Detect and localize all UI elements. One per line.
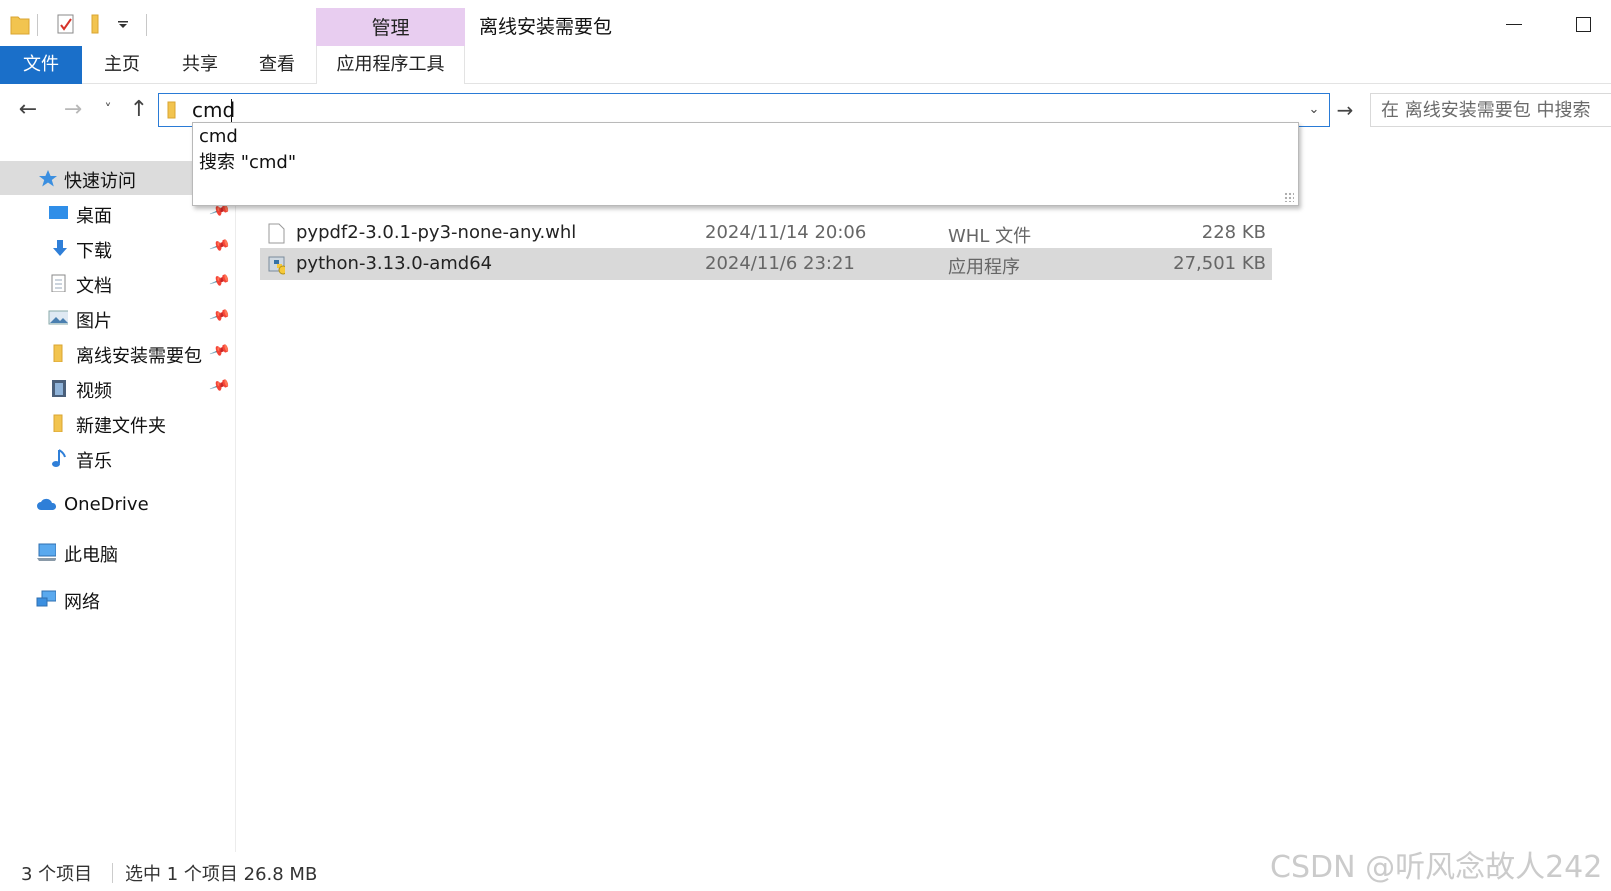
sidebar-item-label: OneDrive	[64, 494, 149, 515]
maximize-button[interactable]	[1566, 8, 1606, 40]
watermark: CSDN @听风念故人242	[1270, 850, 1603, 885]
sidebar-item-new-folder[interactable]: 新建文件夹	[0, 406, 235, 440]
resize-grip-icon[interactable]	[1284, 192, 1294, 202]
file-type: 应用程序	[948, 257, 1020, 278]
network-icon	[36, 590, 56, 607]
tab-view[interactable]: 查看	[247, 46, 307, 84]
video-icon	[52, 380, 66, 397]
autocomplete-item[interactable]: cmd	[199, 124, 238, 150]
file-list: pypdf2-3.0.1-py3-none-any.whl 2024/11/14…	[237, 135, 1611, 852]
file-date: 2024/11/6 23:21	[705, 253, 855, 274]
status-item-count: 3 个项目	[21, 864, 93, 885]
sidebar-item-label: 桌面	[76, 206, 112, 227]
pin-icon[interactable]: 📌	[208, 305, 231, 327]
sidebar-item-music[interactable]: 音乐	[0, 441, 235, 475]
sidebar-item-label: 离线安装需要包	[76, 346, 202, 367]
pictures-icon	[48, 310, 68, 325]
up-button[interactable]: ↑	[124, 95, 154, 125]
navigation-pane: 快速访问 桌面 📌 下载 📌 文档 📌 图片 📌 离线安装需要包 📌 视频 📌 …	[0, 135, 236, 852]
sidebar-item-label: 下载	[76, 241, 112, 262]
go-arrow-button[interactable]: →	[1333, 99, 1357, 123]
divider	[112, 863, 113, 883]
file-type: WHL 文件	[948, 226, 1032, 247]
tab-home[interactable]: 主页	[92, 46, 152, 84]
file-row[interactable]: python-3.13.0-amd64 2024/11/6 23:21 应用程序…	[260, 248, 1272, 280]
installer-icon	[268, 256, 285, 275]
sidebar-item-this-pc[interactable]: 此电脑	[0, 535, 235, 569]
sidebar-item-documents[interactable]: 文档 📌	[0, 266, 235, 300]
sidebar-item-label: 视频	[76, 381, 112, 402]
pin-icon[interactable]: 📌	[208, 375, 231, 397]
file-size: 228 KB	[1201, 222, 1266, 243]
document-icon	[51, 274, 66, 292]
properties-icon[interactable]	[56, 13, 76, 35]
sidebar-item-onedrive[interactable]: OneDrive	[0, 488, 235, 522]
sidebar-item-label: 此电脑	[64, 545, 118, 566]
download-icon	[53, 240, 67, 256]
file-row[interactable]: pypdf2-3.0.1-py3-none-any.whl 2024/11/14…	[260, 217, 1272, 249]
address-autocomplete-dropdown: cmd 搜索 "cmd"	[192, 122, 1299, 206]
folder-icon	[53, 414, 63, 432]
sidebar-item-downloads[interactable]: 下载 📌	[0, 231, 235, 265]
sidebar-item-offline-packages[interactable]: 离线安装需要包 📌	[0, 336, 235, 370]
sidebar-item-label: 新建文件夹	[76, 416, 166, 437]
tab-file[interactable]: 文件	[0, 46, 82, 84]
context-tab-group-label: 管理	[316, 8, 465, 46]
minimize-button[interactable]	[1494, 8, 1534, 40]
title-bar: 管理 离线安装需要包	[0, 0, 1611, 46]
window-title: 离线安装需要包	[479, 16, 613, 38]
divider	[37, 14, 38, 36]
recent-locations-dropdown[interactable]: ˅	[93, 95, 123, 125]
status-selection: 选中 1 个项目 26.8 MB	[125, 864, 318, 885]
file-name: pypdf2-3.0.1-py3-none-any.whl	[296, 222, 577, 243]
folder-icon	[53, 344, 63, 362]
music-icon	[52, 449, 66, 467]
customize-toolbar-icon[interactable]	[117, 20, 129, 30]
autocomplete-search-item[interactable]: 搜索 "cmd"	[199, 150, 296, 176]
pin-icon[interactable]: 📌	[208, 235, 231, 257]
folder-icon	[167, 101, 176, 119]
sidebar-item-videos[interactable]: 视频 📌	[0, 371, 235, 405]
chevron-down-icon[interactable]: ⌄	[1305, 101, 1323, 119]
pin-icon[interactable]: 📌	[208, 270, 231, 292]
sidebar-item-label: 网络	[64, 592, 100, 613]
sidebar-item-label: 文档	[76, 276, 112, 297]
file-date: 2024/11/14 20:06	[705, 222, 867, 243]
search-input[interactable]	[1381, 97, 1609, 123]
file-size: 27,501 KB	[1173, 253, 1266, 274]
star-icon	[39, 170, 57, 187]
folder-icon[interactable]	[10, 13, 30, 35]
cloud-icon	[37, 498, 56, 510]
desktop-icon	[49, 206, 68, 219]
divider	[146, 14, 147, 36]
new-folder-icon[interactable]	[89, 13, 109, 35]
ribbon-tabs: 文件 主页 共享 查看 应用程序工具	[0, 46, 1611, 84]
search-box[interactable]	[1370, 93, 1611, 127]
sidebar-item-pictures[interactable]: 图片 📌	[0, 301, 235, 335]
back-button[interactable]: ←	[13, 95, 43, 125]
file-name: python-3.13.0-amd64	[296, 253, 493, 274]
text-caret	[231, 99, 232, 122]
tab-application-tools[interactable]: 应用程序工具	[316, 46, 465, 84]
file-icon	[268, 223, 285, 244]
sidebar-item-label: 快速访问	[64, 171, 136, 192]
sidebar-item-label: 音乐	[76, 451, 112, 472]
tab-share[interactable]: 共享	[170, 46, 230, 84]
forward-button[interactable]: →	[58, 95, 88, 125]
pin-icon[interactable]: 📌	[208, 340, 231, 362]
address-input[interactable]	[192, 96, 1272, 124]
sidebar-item-label: 图片	[76, 311, 112, 332]
sidebar-item-network[interactable]: 网络	[0, 582, 235, 616]
computer-icon	[37, 543, 56, 561]
